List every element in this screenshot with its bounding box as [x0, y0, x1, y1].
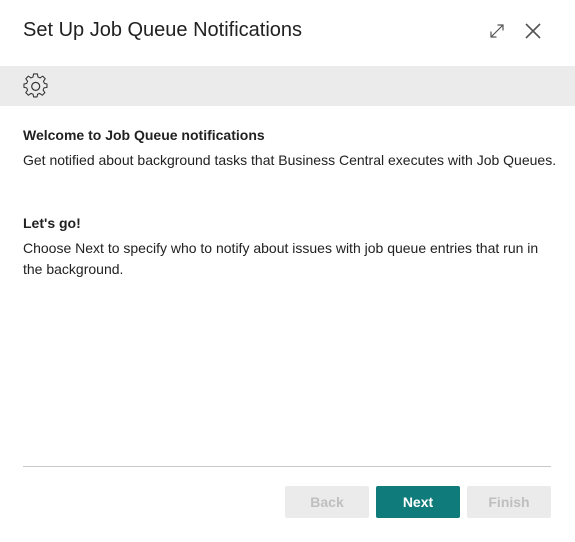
welcome-heading: Welcome to Job Queue notifications: [23, 127, 265, 143]
footer-divider: [23, 466, 551, 467]
welcome-text: Get notified about background tasks that…: [23, 152, 557, 168]
gear-icon: [23, 73, 48, 98]
next-button[interactable]: Next: [376, 486, 460, 518]
expand-icon[interactable]: [486, 20, 508, 42]
welcome-section: Welcome to Job Queue notifications Get n…: [23, 126, 558, 171]
banner: [0, 66, 575, 106]
finish-button[interactable]: Finish: [467, 486, 551, 518]
letsgo-text: Choose Next to specify who to notify abo…: [23, 240, 539, 277]
content-area: Welcome to Job Queue notifications Get n…: [23, 126, 558, 280]
dialog-title: Set Up Job Queue Notifications: [23, 19, 303, 41]
back-button[interactable]: Back: [285, 486, 369, 518]
close-icon[interactable]: [522, 20, 544, 42]
letsgo-heading: Let's go!: [23, 215, 81, 231]
setup-dialog: Set Up Job Queue Notifications Welcome t…: [0, 0, 575, 542]
letsgo-section: Let's go! Choose Next to specify who to …: [23, 214, 558, 280]
